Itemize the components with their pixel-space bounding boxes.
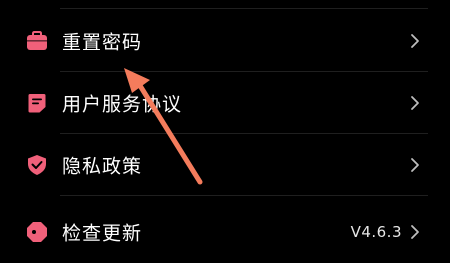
privacy-policy-label: 隐私政策 [62, 155, 143, 178]
briefcase-icon [25, 29, 49, 53]
check-update-label: 检查更新 [62, 222, 143, 245]
chevron-right-icon [410, 33, 420, 49]
chevron-right-icon [410, 224, 420, 240]
document-icon [25, 91, 49, 115]
chevron-right-icon [410, 157, 420, 173]
user-agreement-row[interactable]: 用户服务协议 [0, 72, 450, 134]
reset-password-row[interactable]: 重置密码 [0, 10, 450, 72]
privacy-policy-row[interactable]: 隐私政策 [0, 134, 450, 196]
chevron-right-icon [410, 95, 420, 111]
version-value: V4.6.3 [350, 223, 402, 241]
settings-list: 重置密码 用户服务协议 隐私政策 检查更新 V4.6.3 [0, 0, 450, 263]
row-divider [60, 195, 428, 196]
shield-check-icon [25, 153, 49, 177]
top-divider [60, 8, 428, 9]
user-agreement-label: 用户服务协议 [62, 93, 183, 116]
reset-password-label: 重置密码 [62, 31, 143, 54]
update-tag-icon [25, 220, 49, 244]
check-update-row[interactable]: 检查更新 V4.6.3 [0, 201, 450, 263]
